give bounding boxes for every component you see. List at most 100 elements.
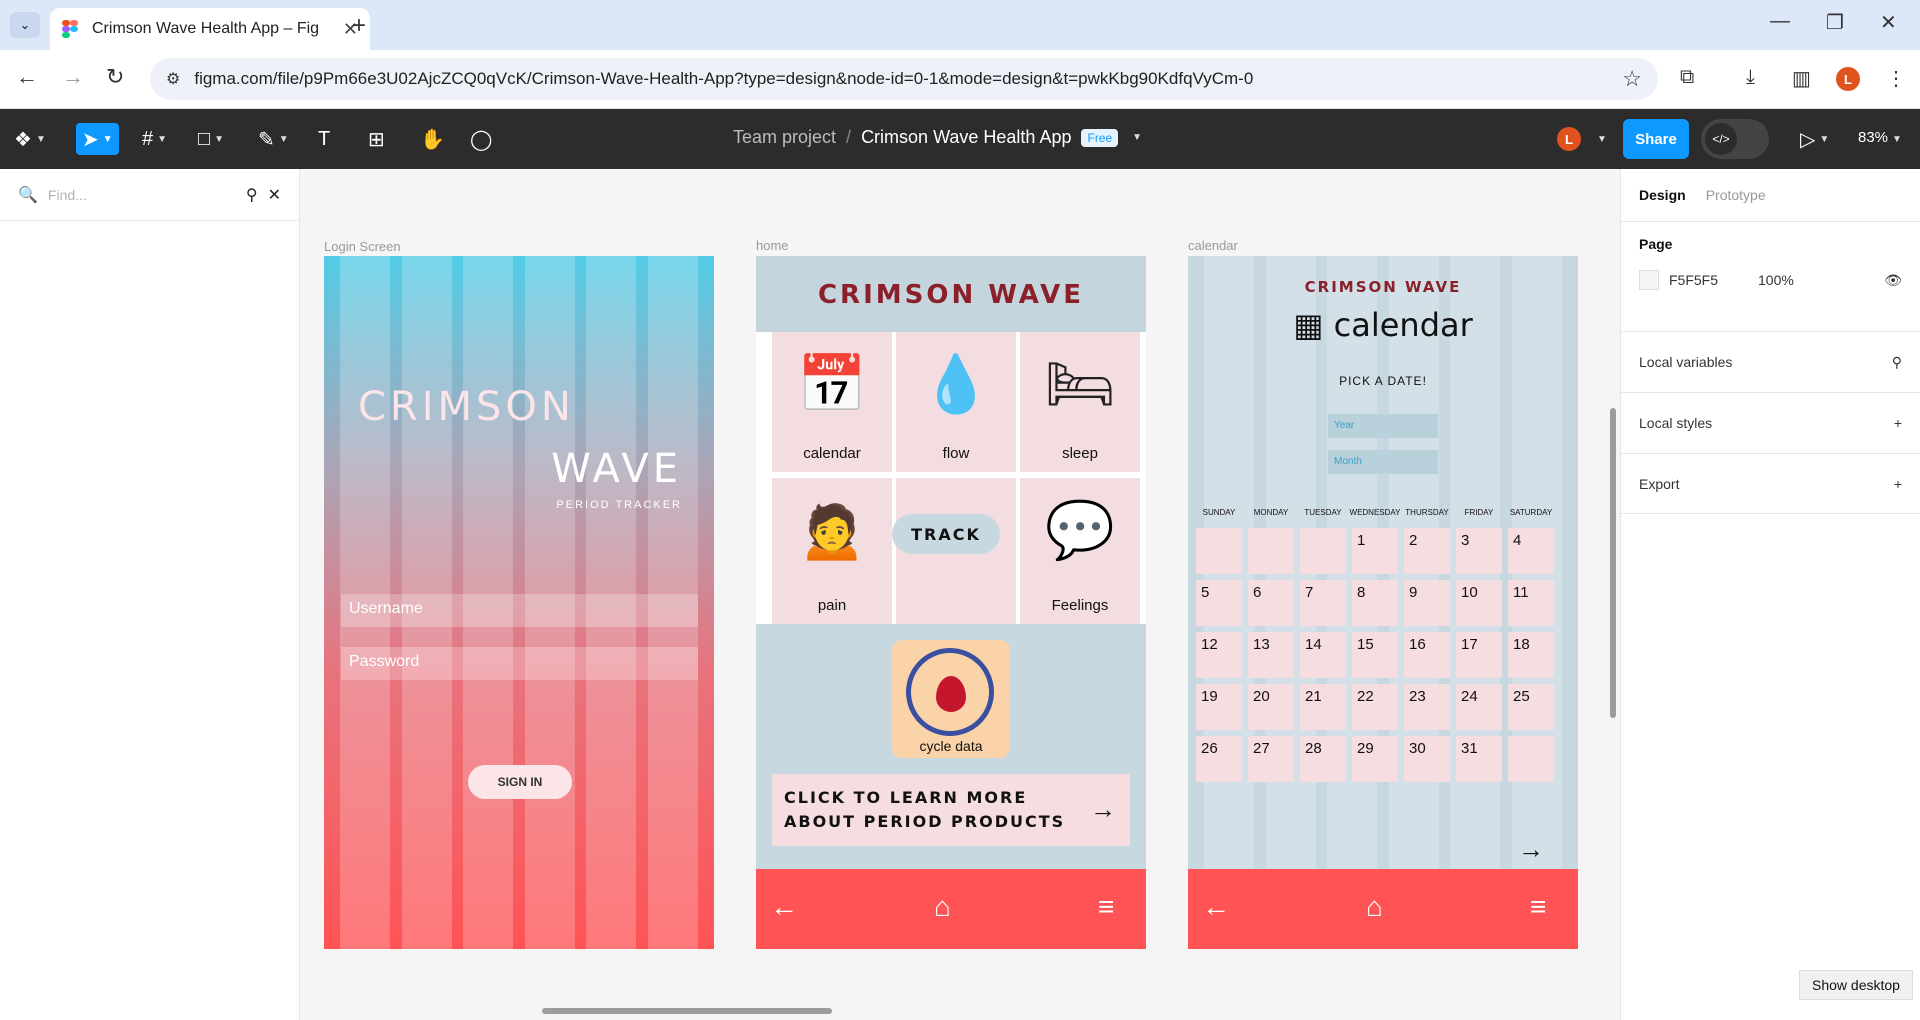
calendar-day-cell[interactable]: 9	[1404, 580, 1450, 626]
year-input[interactable]: Year	[1328, 414, 1438, 438]
calendar-frame[interactable]: CRIMSON WAVE ▦ calendar PICK A DATE! Yea…	[1188, 256, 1578, 949]
frame-label-login[interactable]: Login Screen	[324, 239, 401, 254]
page-color-swatch[interactable]	[1639, 270, 1659, 290]
calendar-day-cell[interactable]: 17	[1456, 632, 1502, 678]
page-opacity-value[interactable]: 100%	[1758, 272, 1794, 288]
back-icon[interactable]: ←	[16, 64, 38, 90]
calendar-day-cell[interactable]	[1300, 528, 1346, 574]
extensions-icon[interactable]: ⧉	[1680, 66, 1694, 89]
new-tab-icon[interactable]: +	[352, 12, 366, 40]
minimize-icon[interactable]: —	[1770, 10, 1790, 33]
calendar-day-cell[interactable]: 20	[1248, 684, 1294, 730]
calendar-day-cell[interactable]	[1196, 528, 1242, 574]
calendar-day-cell[interactable]	[1248, 528, 1294, 574]
pen-tool-icon[interactable]: ✎ ▼	[258, 123, 289, 155]
canvas[interactable]: Login Screen CRIMSON WAVE PERIOD TRACKER…	[300, 169, 1620, 1020]
page-color-value[interactable]: F5F5F5	[1669, 272, 1718, 288]
sidepanel-icon[interactable]: ▥	[1792, 66, 1811, 91]
forward-icon[interactable]: →	[62, 64, 84, 90]
calendar-day-cell[interactable]: 13	[1248, 632, 1294, 678]
visibility-eye-icon[interactable]: 👁	[1884, 272, 1902, 289]
bookmark-star-icon[interactable]: ☆	[1622, 66, 1642, 92]
tile-calendar[interactable]: 📅 calendar	[772, 332, 892, 472]
learn-more-banner[interactable]: CLICK TO LEARN MORE ABOUT PERIOD PRODUCT…	[772, 774, 1130, 846]
tab-prototype[interactable]: Prototype	[1706, 187, 1766, 203]
calendar-day-cell[interactable]: 29	[1352, 736, 1398, 782]
add-export-icon[interactable]: +	[1894, 476, 1902, 492]
calendar-day-cell[interactable]: 31	[1456, 736, 1502, 782]
calendar-day-cell[interactable]: 11	[1508, 580, 1554, 626]
restore-icon[interactable]: ❐	[1826, 10, 1844, 35]
sign-in-button[interactable]: SIGN IN	[468, 765, 572, 799]
tab-search-dropdown-icon[interactable]: ⌄	[10, 12, 40, 38]
hand-tool-icon[interactable]: ✋	[420, 123, 445, 155]
calendar-day-cell[interactable]: 2	[1404, 528, 1450, 574]
month-input[interactable]: Month	[1328, 450, 1438, 474]
zoom-level[interactable]: 83% ▼	[1858, 129, 1902, 146]
move-tool-icon[interactable]: ➤ ▼	[76, 123, 119, 155]
home-frame[interactable]: CRIMSON WAVE 📅 calendar 💧 flow 🛏 sleep 🙍…	[756, 256, 1146, 949]
figma-menu-icon[interactable]: ❖ ▼	[14, 123, 46, 155]
calendar-day-cell[interactable]: 4	[1508, 528, 1554, 574]
frame-label-calendar[interactable]: calendar	[1188, 238, 1238, 253]
browser-tab[interactable]: Crimson Wave Health App – Fig ✕	[50, 8, 370, 50]
window-close-icon[interactable]: ✕	[1880, 10, 1897, 35]
back-arrow-icon[interactable]: ←	[770, 891, 798, 923]
calendar-day-cell[interactable]	[1508, 736, 1554, 782]
arrow-right-icon[interactable]: →	[1090, 794, 1116, 825]
calendar-day-cell[interactable]: 5	[1196, 580, 1242, 626]
comment-tool-icon[interactable]: ◯	[470, 123, 492, 155]
export-row[interactable]: Export +	[1621, 453, 1920, 514]
calendar-day-cell[interactable]: 21	[1300, 684, 1346, 730]
resources-icon[interactable]: ⊞	[368, 123, 385, 155]
file-menu-chevron-icon[interactable]: ▼	[1132, 132, 1142, 143]
calendar-day-cell[interactable]: 16	[1404, 632, 1450, 678]
browser-menu-icon[interactable]: ⋮	[1886, 66, 1906, 91]
reload-icon[interactable]: ↻	[106, 64, 124, 90]
calendar-day-cell[interactable]: 26	[1196, 736, 1242, 782]
username-field[interactable]: Username	[341, 594, 698, 627]
login-frame[interactable]: CRIMSON WAVE PERIOD TRACKER Username Pas…	[324, 256, 714, 949]
calendar-day-cell[interactable]: 25	[1508, 684, 1554, 730]
vertical-scrollbar[interactable]	[1610, 408, 1616, 718]
track-button[interactable]: TRACK	[892, 514, 1000, 554]
calendar-day-cell[interactable]: 19	[1196, 684, 1242, 730]
site-info-icon[interactable]: ⚙	[166, 69, 180, 89]
user-avatar[interactable]: L	[1557, 127, 1581, 151]
hamburger-menu-icon[interactable]: ≡	[1098, 891, 1114, 923]
horizontal-scrollbar[interactable]	[542, 1008, 832, 1014]
download-icon[interactable]: ⤓	[1746, 66, 1755, 89]
calendar-day-cell[interactable]: 27	[1248, 736, 1294, 782]
next-arrow-icon[interactable]: →	[1518, 834, 1544, 865]
tile-flow[interactable]: 💧 flow	[896, 332, 1016, 472]
local-variables-row[interactable]: Local variables ⚲	[1621, 331, 1920, 392]
variables-icon[interactable]: ⚲	[1892, 354, 1902, 371]
user-chevron-icon[interactable]: ▼	[1597, 134, 1607, 145]
home-icon[interactable]: ⌂	[1366, 891, 1383, 923]
tile-pain[interactable]: 🙍 pain	[772, 478, 892, 624]
calendar-day-cell[interactable]: 6	[1248, 580, 1294, 626]
text-tool-icon[interactable]: T	[318, 123, 330, 155]
cycle-data-button[interactable]: cycle data	[892, 640, 1010, 758]
shape-tool-icon[interactable]: □ ▼	[198, 123, 224, 155]
calendar-day-cell[interactable]: 30	[1404, 736, 1450, 782]
find-input[interactable]: Find...	[48, 187, 236, 203]
calendar-day-cell[interactable]: 7	[1300, 580, 1346, 626]
local-styles-row[interactable]: Local styles +	[1621, 392, 1920, 453]
present-icon[interactable]: ▷ ▼	[1800, 123, 1829, 155]
omnibox[interactable]: ⚙ figma.com/file/p9Pm66e3U02AjcZCQ0qVcK/…	[150, 58, 1658, 100]
dev-mode-toggle[interactable]: </>	[1701, 119, 1769, 159]
url-text[interactable]: figma.com/file/p9Pm66e3U02AjcZCQ0qVcK/Cr…	[194, 69, 1622, 89]
team-project-link[interactable]: Team project	[733, 127, 836, 148]
calendar-day-cell[interactable]: 3	[1456, 528, 1502, 574]
share-button[interactable]: Share	[1623, 119, 1689, 159]
home-icon[interactable]: ⌂	[934, 891, 951, 923]
calendar-day-cell[interactable]: 22	[1352, 684, 1398, 730]
calendar-day-cell[interactable]: 14	[1300, 632, 1346, 678]
back-arrow-icon[interactable]: ←	[1202, 891, 1230, 923]
file-name[interactable]: Crimson Wave Health App	[861, 127, 1071, 148]
calendar-day-cell[interactable]: 1	[1352, 528, 1398, 574]
close-find-icon[interactable]: ✕	[268, 185, 281, 205]
calendar-day-cell[interactable]: 23	[1404, 684, 1450, 730]
calendar-day-cell[interactable]: 18	[1508, 632, 1554, 678]
